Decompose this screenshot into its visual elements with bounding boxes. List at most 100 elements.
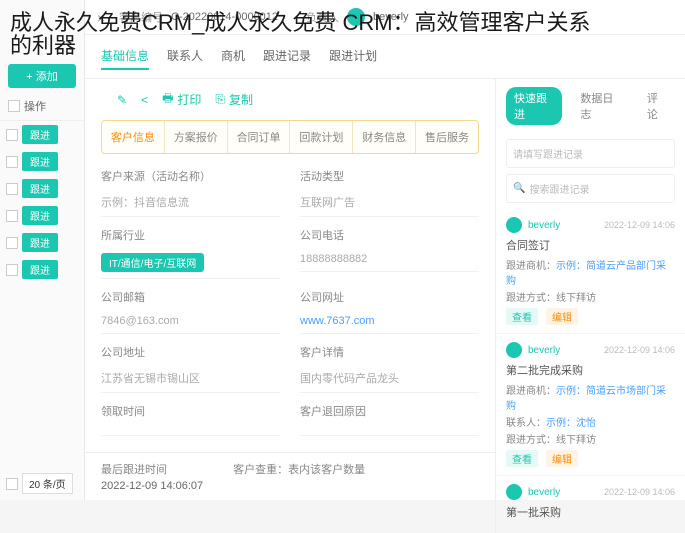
last-follow-value: 2022-12-09 14:06:07 <box>101 480 203 492</box>
bottom-info-bar: 最后跟进时间 2022-12-09 14:06:07 客户查重：表内该客户数量 <box>85 452 495 500</box>
log-view-button[interactable]: 查看 <box>506 308 538 325</box>
right-activity-panel: 快速跟进 数据日志 评论 请填写跟进记录 🔍 搜索跟进记录 beverly 20… <box>495 79 685 533</box>
list-row: 跟进 <box>0 229 84 256</box>
search-placeholder: 搜索跟进记录 <box>529 181 589 196</box>
field-value[interactable]: 示例：抖音信息流 <box>101 188 280 217</box>
tab-basic-info[interactable]: 基础信息 <box>101 43 149 70</box>
last-follow-field: 最后跟进时间 2022-12-09 14:06:07 <box>101 461 203 492</box>
row-checkbox[interactable] <box>6 183 18 195</box>
field-label: 公司电话 <box>300 227 479 243</box>
log-title: 第一批采购 <box>506 504 675 520</box>
row-checkbox[interactable] <box>6 210 18 222</box>
activity-log-item: beverly 2022-12-09 14:06 第二批完成采购 跟进商机：示例… <box>496 334 685 476</box>
field-value[interactable]: www.7637.com <box>300 309 479 334</box>
row-checkbox[interactable] <box>6 237 18 249</box>
sub-tab-payment[interactable]: 回款计划 <box>290 121 353 153</box>
tab-contacts[interactable]: 联系人 <box>167 43 203 70</box>
sub-tab-service[interactable]: 售后服务 <box>416 121 478 153</box>
page-size-select[interactable]: 20 条/页 <box>22 473 73 494</box>
log-user: beverly <box>528 220 560 231</box>
log-user: beverly <box>528 487 560 498</box>
list-row: 跟进 <box>0 148 84 175</box>
row-checkbox[interactable] <box>6 156 18 168</box>
sub-tab-contract[interactable]: 合同订单 <box>228 121 291 153</box>
log-edit-button[interactable]: 编辑 <box>546 450 578 467</box>
print-button[interactable]: 🖶 打印 <box>162 89 201 110</box>
follow-button[interactable]: 跟进 <box>22 260 58 279</box>
operation-header-label: 操作 <box>24 98 46 114</box>
field-label: 所属行业 <box>101 227 280 243</box>
field-return-reason: 客户退回原因 <box>300 403 479 436</box>
industry-tag: IT/通信/电子/互联网 <box>101 253 204 272</box>
log-edit-button[interactable]: 编辑 <box>546 308 578 325</box>
left-sidebar: + 添加 操作 跟进 跟进 跟进 跟进 跟进 跟进 20 条/页 <box>0 0 85 500</box>
follow-button[interactable]: 跟进 <box>22 152 58 171</box>
list-row: 跟进 <box>0 202 84 229</box>
log-merchant-line: 跟进商机：示例：简道云产品部门采购 <box>506 257 675 287</box>
page-subtitle-overlay: 的利器 <box>0 28 86 60</box>
follow-button[interactable]: 跟进 <box>22 179 58 198</box>
log-avatar <box>506 484 522 500</box>
field-email: 公司邮箱 7846@163.com <box>101 289 280 334</box>
sub-tab-customer-info[interactable]: 客户信息 <box>102 121 165 153</box>
search-follow-input[interactable]: 🔍 搜索跟进记录 <box>506 174 675 203</box>
field-label: 活动类型 <box>300 168 479 184</box>
form-toolbar: ✎ < 🖶 打印 ⎘ 复制 <box>101 79 479 120</box>
field-website: 公司网址 www.7637.com <box>300 289 479 334</box>
row-checkbox[interactable] <box>6 264 18 276</box>
field-activity-type: 活动类型 互联网广告 <box>300 168 479 217</box>
weight-label: 客户查重：表内该客户数量 <box>233 461 365 477</box>
field-value[interactable] <box>300 423 479 436</box>
tab-quick-follow[interactable]: 快速跟进 <box>506 87 562 125</box>
log-avatar <box>506 342 522 358</box>
follow-button[interactable]: 跟进 <box>22 233 58 252</box>
add-button[interactable]: + 添加 <box>8 64 76 88</box>
log-view-button[interactable]: 查看 <box>506 450 538 467</box>
field-value[interactable]: 国内零代码产品龙头 <box>300 364 479 393</box>
field-address: 公司地址 江苏省无锡市锡山区 <box>101 344 280 393</box>
field-label: 客户来源（活动名称） <box>101 168 280 184</box>
field-detail: 客户详情 国内零代码产品龙头 <box>300 344 479 393</box>
activity-log-item: beverly 2022-12-09 14:06 第一批采购 <box>496 476 685 533</box>
tab-follow-plans[interactable]: 跟进计划 <box>329 43 377 70</box>
field-value[interactable]: 互联网广告 <box>300 188 479 217</box>
tab-opportunities[interactable]: 商机 <box>221 43 245 70</box>
footer-checkbox[interactable] <box>6 478 18 490</box>
sub-tab-quote[interactable]: 方案报价 <box>165 121 228 153</box>
field-value[interactable] <box>101 423 280 436</box>
field-receive-time: 领取时间 <box>101 403 280 436</box>
log-title: 合同签订 <box>506 237 675 253</box>
follow-record-input[interactable]: 请填写跟进记录 <box>506 139 675 168</box>
field-label: 公司地址 <box>101 344 280 360</box>
log-avatar <box>506 217 522 233</box>
edit-icon[interactable]: ✎ <box>117 93 127 107</box>
tab-comments[interactable]: 评论 <box>639 87 675 125</box>
field-label: 公司网址 <box>300 289 479 305</box>
list-row: 跟进 <box>0 121 84 148</box>
copy-button[interactable]: ⎘ 复制 <box>215 91 253 108</box>
field-value[interactable]: 7846@163.com <box>101 309 280 334</box>
select-all-checkbox[interactable] <box>8 100 20 112</box>
field-label: 客户退回原因 <box>300 403 479 419</box>
tab-data-log[interactable]: 数据日志 <box>572 87 628 125</box>
follow-button[interactable]: 跟进 <box>22 206 58 225</box>
activity-tabs: 快速跟进 数据日志 评论 <box>496 79 685 133</box>
tab-follow-records[interactable]: 跟进记录 <box>263 43 311 70</box>
log-timestamp: 2022-12-09 14:06 <box>604 220 675 230</box>
row-checkbox[interactable] <box>6 129 18 141</box>
field-industry: 所属行业 IT/通信/电子/互联网 <box>101 227 280 279</box>
field-value[interactable]: IT/通信/电子/互联网 <box>101 247 280 279</box>
field-value[interactable]: 18888888882 <box>300 247 479 272</box>
field-value[interactable]: 江苏省无锡市锡山区 <box>101 364 280 393</box>
search-icon: 🔍 <box>513 183 525 194</box>
field-phone: 公司电话 18888888882 <box>300 227 479 279</box>
info-sub-tabs: 客户信息 方案报价 合同订单 回款计划 财务信息 售后服务 <box>101 120 479 154</box>
activity-log-item: beverly 2022-12-09 14:06 合同签订 跟进商机：示例：简道… <box>496 209 685 334</box>
log-merchant-line: 跟进商机：示例：简道云市场部门采购 <box>506 382 675 412</box>
log-method-line: 跟进方式：线下拜访 <box>506 289 675 304</box>
log-method-line: 跟进方式：线下拜访 <box>506 431 675 446</box>
follow-button[interactable]: 跟进 <box>22 125 58 144</box>
sub-tab-finance[interactable]: 财务信息 <box>353 121 416 153</box>
share-icon[interactable]: < <box>141 93 148 107</box>
log-timestamp: 2022-12-09 14:06 <box>604 487 675 497</box>
